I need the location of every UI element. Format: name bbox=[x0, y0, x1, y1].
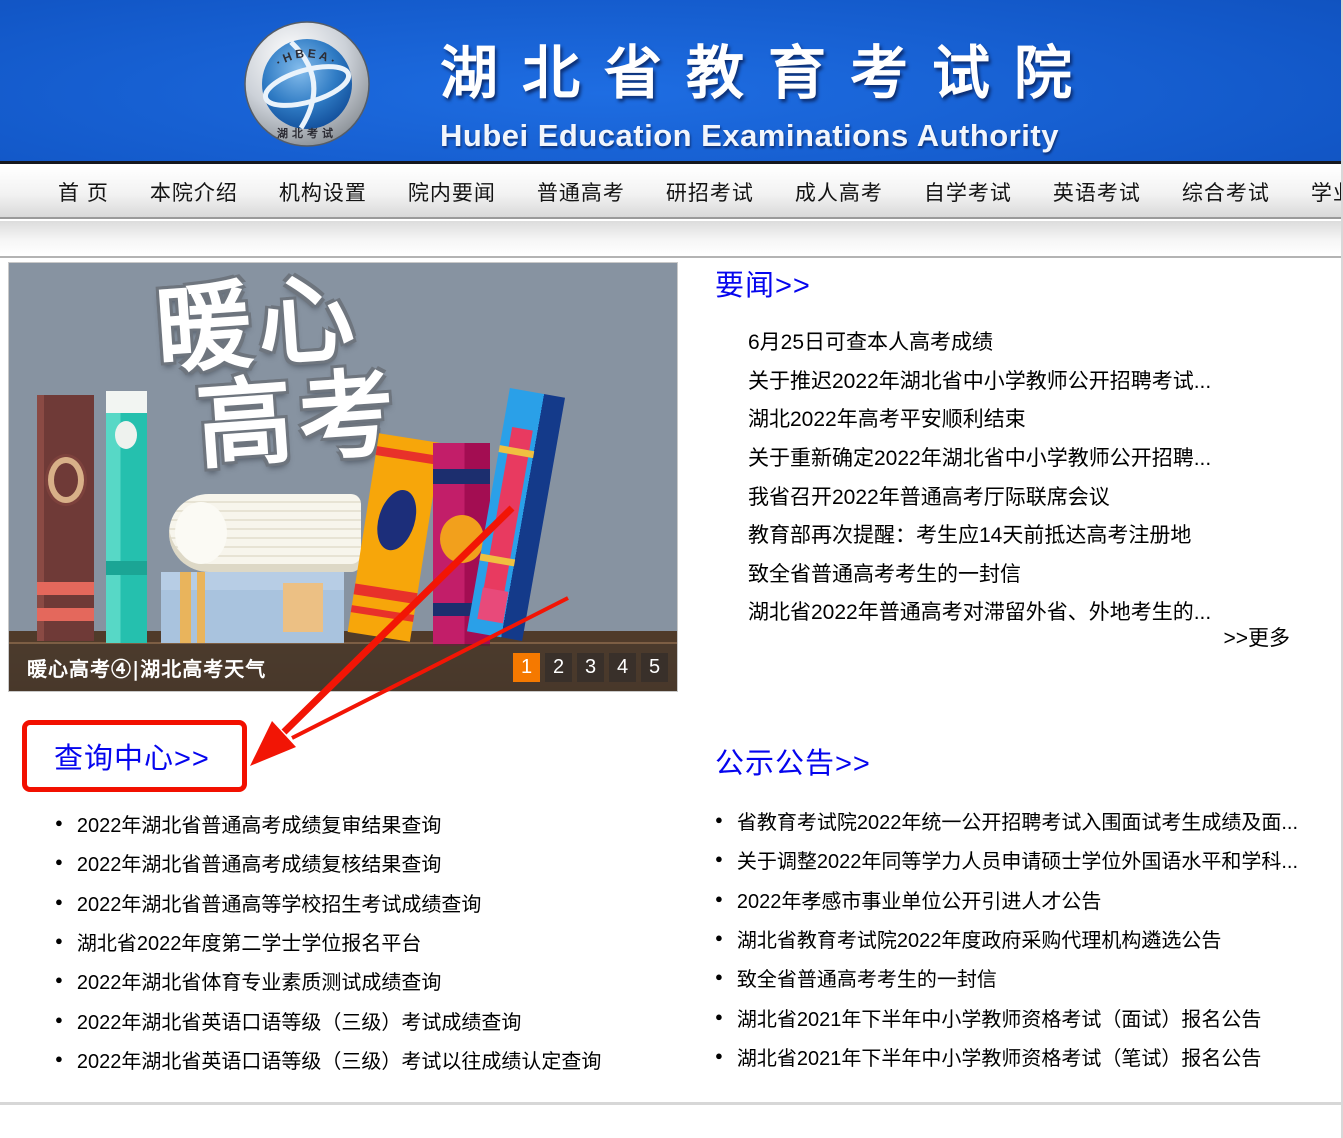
query-link-text[interactable]: 2022年湖北省普通高考成绩复审结果查询 bbox=[77, 809, 442, 838]
announcement-item[interactable]: ● 2022年孝感市事业单位公开引进人才公告 bbox=[715, 880, 1340, 919]
bullet-icon: ● bbox=[55, 815, 63, 830]
announcement-item[interactable]: ● 湖北省2021年下半年中小学教师资格考试（笔试）报名公告 bbox=[715, 1037, 1340, 1076]
announcement-text[interactable]: 湖北省2021年下半年中小学教师资格考试（笔试）报名公告 bbox=[737, 1042, 1262, 1071]
announcement-text[interactable]: 关于调整2022年同等学力人员申请硕士学位外国语水平和学科... bbox=[737, 845, 1298, 874]
announcement-text[interactable]: 致全省普通高考考生的一封信 bbox=[737, 963, 997, 992]
main-nav: 首 页 本院介绍 机构设置 院内要闻 普通高考 研招考试 成人高考 自学考试 英… bbox=[0, 167, 1343, 219]
news-item-text[interactable]: 湖北2022年高考平安顺利结束 bbox=[748, 403, 1026, 433]
announcements-list: ● 省教育考试院2022年统一公开招聘考试入围面试考生成绩及面... ● 关于调… bbox=[715, 801, 1340, 1076]
hbea-globe-logo[interactable]: ·HBEA· 湖北考试 bbox=[243, 20, 371, 148]
bullet-icon: ● bbox=[55, 894, 63, 909]
query-link-item[interactable]: ● 2022年湖北省普通高考成绩复核结果查询 bbox=[55, 843, 675, 882]
bullet-icon: ● bbox=[55, 854, 63, 869]
news-item-text[interactable]: 我省召开2022年普通高考厅际联席会议 bbox=[748, 481, 1110, 511]
news-item-text[interactable]: 关于重新确定2022年湖北省中小学教师公开招聘... bbox=[748, 442, 1211, 472]
nav-item[interactable]: 院内要闻 bbox=[408, 177, 496, 207]
bullet-icon: ● bbox=[715, 851, 723, 866]
announcement-item[interactable]: ● 致全省普通高考考生的一封信 bbox=[715, 958, 1340, 997]
news-item[interactable]: 致全省普通高考考生的一封信 bbox=[748, 554, 1338, 593]
bullet-icon: ● bbox=[55, 1012, 63, 1027]
pager-number[interactable]: 4 bbox=[609, 653, 636, 682]
nav-item[interactable]: 学业 bbox=[1311, 177, 1343, 207]
brand-block: 湖北省教育考试院 Hubei Education Examinations Au… bbox=[440, 26, 1140, 154]
nav-item[interactable]: 研招考试 bbox=[666, 177, 754, 207]
book-blue-flat bbox=[161, 572, 344, 643]
nav-item[interactable]: 英语考试 bbox=[1053, 177, 1141, 207]
bullet-icon: ● bbox=[715, 1009, 723, 1024]
carousel-caption-bar: 暖心高考④|湖北高考天气 1 2 3 4 5 bbox=[9, 644, 678, 691]
news-section-title[interactable]: 要闻>> bbox=[715, 262, 811, 304]
svg-text:湖北考试: 湖北考试 bbox=[277, 126, 337, 140]
site-header: ·HBEA· 湖北考试 湖北省教育考试院 Hubei Education Exa… bbox=[0, 0, 1343, 164]
pager-number[interactable]: 5 bbox=[641, 653, 668, 682]
page: ·HBEA· 湖北考试 湖北省教育考试院 Hubei Education Exa… bbox=[0, 0, 1343, 1138]
news-item-text[interactable]: 6月25日可查本人高考成绩 bbox=[748, 326, 993, 356]
carousel-pager: 1 2 3 4 5 bbox=[513, 653, 668, 682]
site-title-zh: 湖北省教育考试院 bbox=[440, 26, 1140, 110]
query-link-item[interactable]: ● 2022年湖北省体育专业素质测试成绩查询 bbox=[55, 961, 675, 1000]
announcement-text[interactable]: 湖北省教育考试院2022年度政府采购代理机构遴选公告 bbox=[737, 924, 1222, 953]
pager-number[interactable]: 3 bbox=[577, 653, 604, 682]
announcement-item[interactable]: ● 省教育考试院2022年统一公开招聘考试入围面试考生成绩及面... bbox=[715, 801, 1340, 840]
news-item-text[interactable]: 教育部再次提醒：考生应14天前抵达高考注册地 bbox=[748, 519, 1191, 549]
query-link-item[interactable]: ● 2022年湖北省普通高等学校招生考试成绩查询 bbox=[55, 883, 675, 922]
site-title-en: Hubei Education Examinations Authority bbox=[440, 118, 1140, 154]
news-list: 6月25日可查本人高考成绩 关于推迟2022年湖北省中小学教师公开招聘考试...… bbox=[748, 322, 1338, 631]
book-maroon bbox=[37, 395, 94, 641]
query-link-text[interactable]: 2022年湖北省英语口语等级（三级）考试以往成绩认定查询 bbox=[77, 1045, 602, 1074]
query-center-list: ● 2022年湖北省普通高考成绩复审结果查询 ● 2022年湖北省普通高考成绩复… bbox=[55, 804, 675, 1079]
news-more-link[interactable]: >>更多 bbox=[1100, 622, 1290, 652]
bullet-icon: ● bbox=[715, 812, 723, 827]
globe-logo-icon: ·HBEA· 湖北考试 bbox=[243, 20, 371, 148]
bullet-icon: ● bbox=[55, 933, 63, 948]
news-item[interactable]: 6月25日可查本人高考成绩 bbox=[748, 322, 1338, 361]
nav-sub-strip bbox=[0, 221, 1343, 258]
announcements-section-title[interactable]: 公示公告>> bbox=[715, 740, 871, 782]
announcement-text[interactable]: 2022年孝感市事业单位公开引进人才公告 bbox=[737, 885, 1102, 914]
query-link-item[interactable]: ● 2022年湖北省英语口语等级（三级）考试成绩查询 bbox=[55, 1000, 675, 1039]
query-center-highlight-box: 查询中心>> bbox=[22, 720, 247, 792]
nav-item[interactable]: 首 页 bbox=[58, 177, 109, 207]
nav-item[interactable]: 成人高考 bbox=[795, 177, 883, 207]
query-link-item[interactable]: ● 2022年湖北省普通高考成绩复审结果查询 bbox=[55, 804, 675, 843]
announcement-text[interactable]: 省教育考试院2022年统一公开招聘考试入围面试考生成绩及面... bbox=[737, 806, 1298, 835]
banner-carousel[interactable]: 暖心 高考 暖心高考④|湖北高考天气 1 2 3 4 bbox=[8, 262, 678, 692]
news-item[interactable]: 湖北2022年高考平安顺利结束 bbox=[748, 399, 1338, 438]
bullet-icon: ● bbox=[715, 969, 723, 984]
news-item[interactable]: 关于重新确定2022年湖北省中小学教师公开招聘... bbox=[748, 438, 1338, 477]
bullet-icon: ● bbox=[55, 972, 63, 987]
announcement-item[interactable]: ● 湖北省教育考试院2022年度政府采购代理机构遴选公告 bbox=[715, 919, 1340, 958]
carousel-caption: 暖心高考④|湖北高考天气 bbox=[27, 653, 266, 682]
announcement-item[interactable]: ● 关于调整2022年同等学力人员申请硕士学位外国语水平和学科... bbox=[715, 840, 1340, 879]
query-link-text[interactable]: 湖北省2022年度第二学士学位报名平台 bbox=[77, 927, 422, 956]
bullet-icon: ● bbox=[55, 1051, 63, 1066]
book-white-stack bbox=[169, 494, 361, 572]
pager-number[interactable]: 2 bbox=[545, 653, 572, 682]
news-item[interactable]: 关于推迟2022年湖北省中小学教师公开招聘考试... bbox=[748, 361, 1338, 400]
bullet-icon: ● bbox=[715, 1048, 723, 1063]
query-link-text[interactable]: 2022年湖北省体育专业素质测试成绩查询 bbox=[77, 966, 442, 995]
bullet-icon: ● bbox=[715, 891, 723, 906]
query-link-item[interactable]: ● 湖北省2022年度第二学士学位报名平台 bbox=[55, 922, 675, 961]
news-item[interactable]: 教育部再次提醒：考生应14天前抵达高考注册地 bbox=[748, 515, 1338, 554]
news-item-text[interactable]: 致全省普通高考考生的一封信 bbox=[748, 558, 1021, 588]
nav-item[interactable]: 本院介绍 bbox=[150, 177, 238, 207]
nav-item[interactable]: 自学考试 bbox=[924, 177, 1012, 207]
pager-number[interactable]: 1 bbox=[513, 653, 540, 682]
nav-item[interactable]: 普通高考 bbox=[537, 177, 625, 207]
nav-item[interactable]: 综合考试 bbox=[1182, 177, 1270, 207]
query-link-item[interactable]: ● 2022年湖北省英语口语等级（三级）考试以往成绩认定查询 bbox=[55, 1040, 675, 1079]
bullet-icon: ● bbox=[715, 930, 723, 945]
announcement-item[interactable]: ● 湖北省2021年下半年中小学教师资格考试（面试）报名公告 bbox=[715, 997, 1340, 1036]
query-link-text[interactable]: 2022年湖北省英语口语等级（三级）考试成绩查询 bbox=[77, 1006, 522, 1035]
query-link-text[interactable]: 2022年湖北省普通高等学校招生考试成绩查询 bbox=[77, 888, 482, 917]
news-item-text[interactable]: 关于推迟2022年湖北省中小学教师公开招聘考试... bbox=[748, 365, 1211, 395]
announcement-text[interactable]: 湖北省2021年下半年中小学教师资格考试（面试）报名公告 bbox=[737, 1003, 1262, 1032]
bottom-divider bbox=[0, 1102, 1343, 1105]
nav-item[interactable]: 机构设置 bbox=[279, 177, 367, 207]
query-center-title[interactable]: 查询中心>> bbox=[54, 735, 210, 777]
book-teal bbox=[106, 391, 147, 643]
news-item[interactable]: 我省召开2022年普通高考厅际联席会议 bbox=[748, 476, 1338, 515]
query-link-text[interactable]: 2022年湖北省普通高考成绩复核结果查询 bbox=[77, 848, 442, 877]
